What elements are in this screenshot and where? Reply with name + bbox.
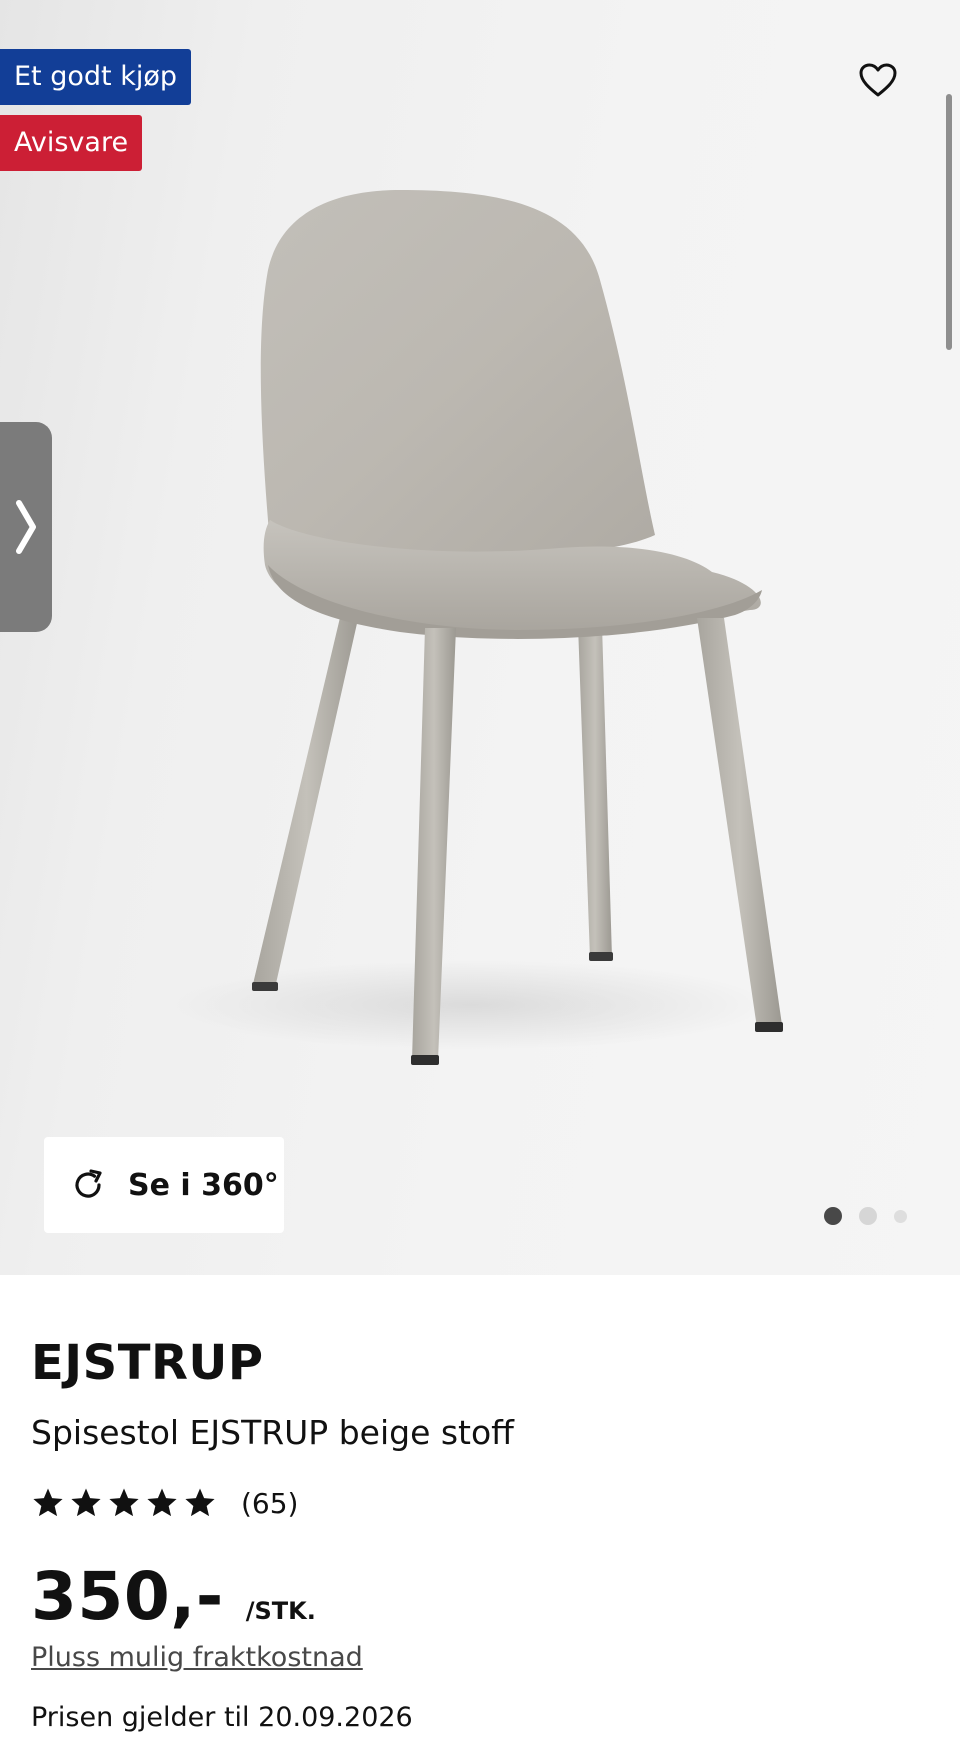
product-image [170,190,783,1065]
ad-badge: Avisvare [0,115,143,171]
star-icon [33,1488,63,1517]
deal-badge: Et godt kjøp [0,49,191,105]
rating-stars [31,1486,221,1520]
price-unit: /STK. [245,1597,316,1625]
product-name: EJSTRUP [31,1335,264,1391]
product-rating[interactable]: (65) [31,1483,298,1523]
review-count: (65) [241,1486,299,1520]
star-icon [147,1488,177,1517]
view-360-button[interactable]: Se i 360° [44,1137,284,1233]
slide-dot-2[interactable] [859,1207,877,1225]
product-page: Et godt kjøp Avisvare Se i 360° EJSTRUP … [0,0,960,1754]
price-validity: Prisen gjelder til 20.09.2026 [31,1702,413,1733]
view-360-label: Se i 360° [128,1167,279,1203]
product-description: Spisestol EJSTRUP beige stoff [31,1413,514,1452]
slide-dot-1[interactable] [824,1207,842,1225]
shipping-cost-link[interactable]: Pluss mulig fraktkostnad [31,1642,363,1673]
next-image-button[interactable] [0,422,52,632]
heart-icon [859,63,897,97]
rotate-icon [68,1165,108,1205]
star-icon [71,1488,101,1517]
slide-dot-3[interactable] [894,1209,907,1223]
price-row: 350,- /STK. [31,1558,316,1635]
chevron-right-icon [16,500,36,554]
product-gallery[interactable]: Et godt kjøp Avisvare Se i 360° [0,0,960,1275]
star-icon [109,1488,139,1517]
star-icon [185,1488,215,1517]
scrollbar[interactable] [946,94,952,350]
slide-indicator [824,1207,907,1225]
wishlist-button[interactable] [850,52,906,108]
price: 350,- [31,1558,224,1635]
